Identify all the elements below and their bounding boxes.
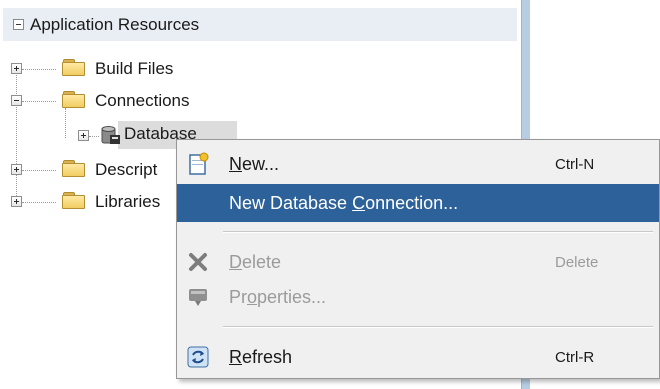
database-icon <box>101 126 120 144</box>
menu-label-new-database-connection: New Database Connection... <box>229 192 459 213</box>
tree-guide-line <box>16 70 17 204</box>
tree-item-connections[interactable]: Connections <box>95 91 190 111</box>
menu-label-delete: Delete <box>229 251 282 272</box>
tree-connector <box>22 101 56 102</box>
menu-label-properties: Properties... <box>229 286 327 307</box>
tree-connector <box>89 136 99 137</box>
collapse-node-icon[interactable] <box>11 95 22 106</box>
tree-connector <box>22 170 56 171</box>
tree-connector <box>22 69 56 70</box>
menu-separator <box>223 326 653 328</box>
menu-item-refresh[interactable]: Refresh Ctrl-R <box>177 338 659 376</box>
tree-item-descriptors[interactable]: Descript <box>95 160 157 180</box>
expand-icon[interactable] <box>11 196 22 207</box>
properties-icon <box>189 289 207 306</box>
folder-icon <box>62 91 86 109</box>
new-item-icon <box>189 152 209 175</box>
tree-item-build-files[interactable]: Build Files <box>95 59 173 79</box>
menu-label-new: New... <box>229 153 280 174</box>
menu-item-new-database-connection[interactable]: New Database Connection... <box>177 184 659 222</box>
tree-guide-line <box>65 108 66 138</box>
menu-separator <box>223 231 653 233</box>
expand-icon[interactable] <box>78 130 89 141</box>
tree-connector <box>22 202 56 203</box>
expand-icon[interactable] <box>11 63 22 74</box>
shortcut-new: Ctrl-N <box>555 155 595 173</box>
folder-icon <box>62 59 86 77</box>
shortcut-delete: Delete <box>555 253 599 271</box>
shortcut-refresh: Ctrl-R <box>555 348 595 366</box>
context-menu: New... Ctrl-N New Database Connection...… <box>176 139 660 379</box>
refresh-icon <box>187 346 209 368</box>
folder-icon <box>62 160 86 178</box>
menu-item-new[interactable]: New... Ctrl-N <box>177 145 659 183</box>
menu-item-properties[interactable]: Properties... <box>177 278 659 316</box>
tree-item-libraries[interactable]: Libraries <box>95 192 160 212</box>
folder-icon <box>62 192 86 210</box>
expand-icon[interactable] <box>11 164 22 175</box>
menu-label-refresh: Refresh <box>229 346 293 367</box>
menu-item-delete[interactable]: Delete Delete <box>177 243 659 281</box>
delete-x-icon <box>189 253 207 271</box>
